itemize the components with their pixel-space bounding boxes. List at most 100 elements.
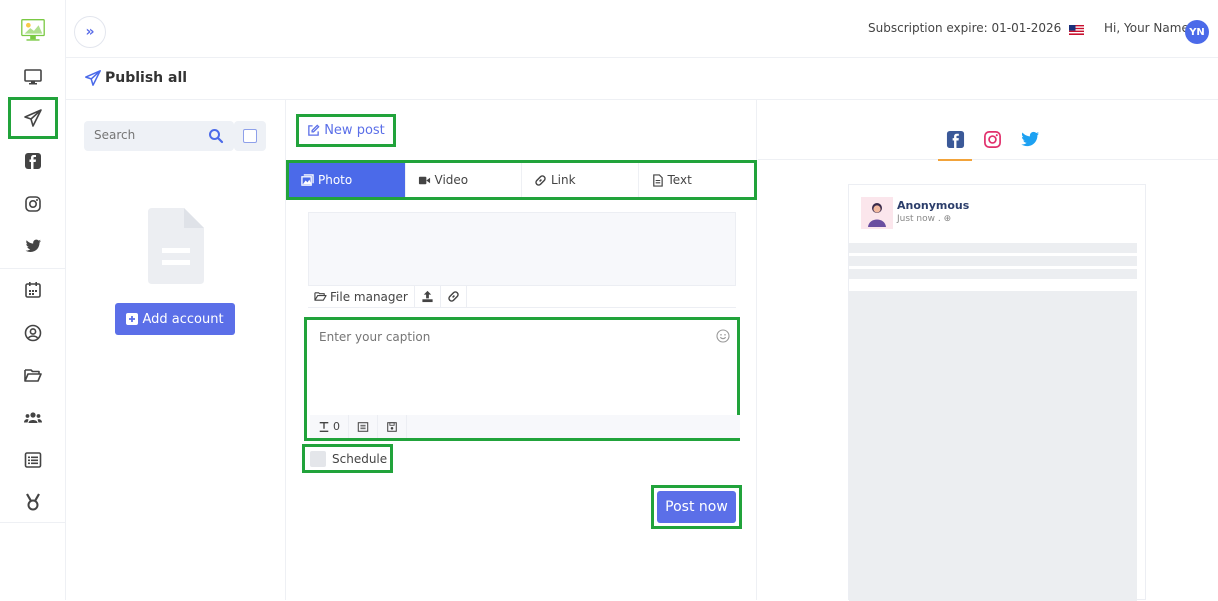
list-icon — [357, 421, 369, 432]
twitter-icon — [25, 239, 41, 252]
add-account-button[interactable]: Add account — [115, 303, 235, 335]
caption-templates-button[interactable] — [349, 415, 378, 438]
monitor-icon — [24, 69, 42, 85]
sidebar-item-instagram[interactable] — [8, 184, 58, 224]
link-icon — [535, 174, 546, 186]
medal-icon — [26, 493, 40, 511]
double-chevron-right-icon: » — [85, 24, 95, 40]
facebook-icon — [946, 130, 964, 148]
post-type-tabs: Photo Video Link Text — [286, 160, 757, 200]
search-icon[interactable] — [208, 128, 224, 144]
link-icon — [448, 291, 459, 302]
active-tab-indicator — [938, 159, 972, 161]
accounts-panel: Add account — [66, 100, 286, 600]
post-time: Just now . ⊕ — [897, 214, 951, 224]
calendar-icon — [25, 282, 41, 298]
user-circle-icon — [24, 324, 42, 342]
tab-video-label: Video — [434, 173, 469, 187]
preview-panel: Anonymous Just now . ⊕ — [758, 100, 1218, 601]
tab-text-label: Text — [667, 173, 692, 187]
upload-icon — [422, 290, 433, 303]
author-avatar — [861, 197, 893, 229]
file-manager-button[interactable]: File manager — [308, 285, 415, 308]
character-count: 0 — [310, 415, 349, 438]
search-input[interactable] — [94, 128, 194, 142]
select-all-checkbox[interactable] — [234, 121, 266, 151]
sidebar-item-files[interactable] — [8, 355, 58, 395]
author-name: Anonymous — [897, 199, 970, 212]
sidebar-divider — [0, 522, 66, 523]
tab-video[interactable]: Video — [405, 163, 522, 197]
video-icon — [418, 176, 430, 184]
search-box — [84, 121, 234, 151]
sidebar — [0, 0, 66, 600]
emoji-icon[interactable] — [716, 329, 730, 343]
post-preview-card: Anonymous Just now . ⊕ — [848, 184, 1146, 601]
tab-link-label: Link — [551, 173, 576, 187]
subscription-expiry: Subscription expire: 01-01-2026 — [868, 21, 1062, 35]
composer-panel: New post Photo Video Link Text File mana… — [286, 100, 757, 600]
sidebar-item-rewards[interactable] — [8, 482, 58, 522]
media-link-button[interactable] — [441, 285, 467, 308]
preview-tab-facebook[interactable] — [944, 128, 966, 150]
us-flag-icon[interactable] — [1069, 25, 1084, 35]
sidebar-item-list[interactable] — [8, 440, 58, 480]
media-toolbar: File manager — [308, 285, 736, 308]
page-header: Publish all — [66, 58, 1218, 100]
plus-square-icon — [126, 313, 139, 325]
empty-document-icon — [148, 208, 204, 284]
schedule-checkbox[interactable] — [310, 450, 326, 467]
text-placeholder-line — [849, 269, 1137, 279]
post-now-button[interactable]: Post now — [657, 491, 736, 523]
caption-box: 0 — [304, 317, 740, 441]
globe-icon: ⊕ — [943, 214, 952, 224]
preview-tabs — [758, 100, 1218, 161]
sidebar-item-team[interactable] — [8, 398, 58, 438]
instagram-icon — [983, 130, 1001, 148]
char-count-value: 0 — [333, 420, 340, 433]
top-bar: » Subscription expire: 01-01-2026 Hi, Yo… — [66, 0, 1218, 58]
file-text-icon — [652, 173, 663, 187]
upload-button[interactable] — [415, 285, 441, 308]
post-time-text: Just now . — [897, 214, 941, 224]
sidebar-divider — [0, 268, 66, 269]
save-caption-button[interactable] — [378, 415, 407, 438]
page-title: Publish all — [105, 70, 188, 86]
sidebar-item-twitter[interactable] — [8, 226, 58, 266]
add-account-label: Add account — [142, 311, 224, 327]
preview-tab-twitter[interactable] — [1019, 128, 1041, 150]
users-icon — [24, 412, 42, 423]
tab-text[interactable]: Text — [638, 163, 754, 197]
twitter-icon — [1021, 131, 1039, 147]
image-placeholder — [849, 291, 1137, 601]
caption-input[interactable] — [313, 326, 737, 414]
text-placeholder-line — [849, 243, 1137, 253]
schedule-toggle[interactable]: Schedule — [302, 444, 393, 473]
schedule-label: Schedule — [332, 451, 388, 466]
avatar[interactable]: YN — [1185, 20, 1209, 44]
sidebar-item-facebook[interactable] — [8, 141, 58, 181]
text-placeholder-line — [849, 256, 1137, 266]
user-greeting[interactable]: Hi, Your Name — [1104, 21, 1189, 35]
edit-icon — [308, 124, 320, 136]
instagram-icon — [25, 196, 41, 212]
logo-icon — [21, 19, 45, 41]
folder-icon — [24, 369, 42, 382]
preview-tab-instagram[interactable] — [981, 128, 1003, 150]
folder-open-icon — [314, 292, 327, 301]
tab-photo[interactable]: Photo — [289, 163, 406, 197]
paper-plane-icon — [85, 70, 101, 86]
sidebar-item-calendar[interactable] — [8, 270, 58, 310]
sidebar-item-account[interactable] — [8, 313, 58, 353]
tab-link[interactable]: Link — [522, 163, 639, 197]
paper-plane-icon — [24, 109, 42, 127]
tab-photo-label: Photo — [318, 173, 353, 187]
expand-sidebar-button[interactable]: » — [74, 16, 106, 48]
new-post-button[interactable]: New post — [296, 114, 396, 147]
save-icon — [387, 421, 397, 432]
list-icon — [24, 452, 42, 468]
sidebar-item-publish[interactable] — [8, 97, 58, 139]
new-post-label: New post — [324, 123, 385, 138]
sidebar-item-dashboard[interactable] — [8, 57, 58, 97]
post-now-wrapper: Post now — [651, 485, 742, 529]
